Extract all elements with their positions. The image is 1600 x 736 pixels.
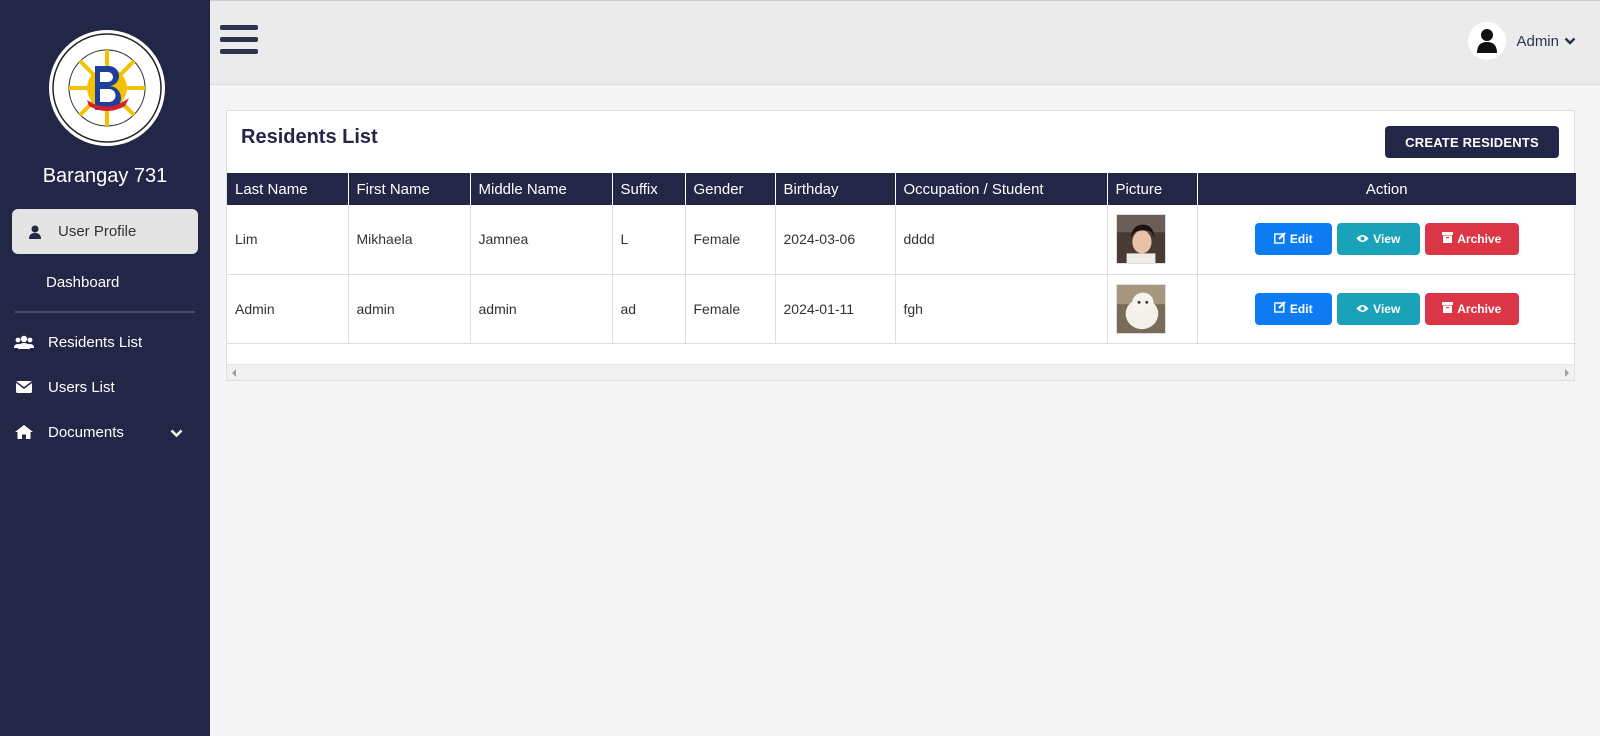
- users-icon: [14, 335, 34, 349]
- eye-icon: [1356, 302, 1369, 316]
- cell-birthday: 2024-01-11: [775, 274, 896, 344]
- create-residents-button[interactable]: CREATE RESIDENTS: [1385, 126, 1559, 158]
- archive-label: Archive: [1457, 301, 1502, 316]
- cell-picture: [1107, 274, 1198, 344]
- table-row: Lim Mikhaela Jamnea L Female 2024-03-06 …: [227, 205, 1576, 275]
- column-header: Gender: [685, 173, 776, 205]
- cell-actions: Edit View Archive: [1197, 274, 1576, 344]
- cell-picture: [1107, 205, 1198, 275]
- cell-suffix: L: [612, 205, 686, 275]
- archive-icon: [1442, 232, 1454, 246]
- residents-card: Residents List CREATE RESIDENTS Last Nam…: [226, 110, 1576, 381]
- column-header: Middle Name: [470, 173, 613, 205]
- resident-photo: [1115, 283, 1166, 334]
- column-header: Occupation / Student: [895, 173, 1108, 205]
- sidebar-item-label: Users List: [48, 378, 115, 396]
- archive-icon: [1442, 301, 1454, 316]
- cell-occupation: fgh: [895, 274, 1108, 344]
- view-button[interactable]: View: [1336, 223, 1420, 256]
- view-label: View: [1373, 232, 1401, 247]
- residents-table: Last Name First Name Middle Name Suffix …: [227, 173, 1576, 344]
- sidebar-item-label: Documents: [48, 423, 124, 441]
- sidebar-item-dashboard[interactable]: Dashboard: [0, 264, 210, 300]
- cell-gender: Female: [685, 205, 776, 275]
- topbar: Admin: [210, 0, 1600, 85]
- home-icon: [14, 425, 34, 439]
- table-row: Admin admin admin ad Female 2024-01-11 f…: [227, 274, 1576, 344]
- archive-button[interactable]: Archive: [1424, 223, 1519, 256]
- sidebar-item-label: Residents List: [48, 333, 143, 351]
- column-header: Last Name: [227, 173, 349, 205]
- user-menu[interactable]: Admin: [1468, 22, 1576, 60]
- column-header: First Name: [348, 173, 471, 205]
- chevron-down-icon: [170, 425, 183, 442]
- column-header: Suffix: [612, 173, 686, 205]
- sidebar-item-documents[interactable]: Documents: [0, 414, 210, 450]
- cell-last-name: Admin: [227, 274, 349, 344]
- envelope-icon: [14, 381, 34, 393]
- cell-middle-name: Jamnea: [470, 205, 613, 275]
- cell-last-name: Lim: [227, 205, 349, 275]
- scroll-right-icon[interactable]: [1565, 369, 1569, 377]
- sidebar-item-users-list[interactable]: Users List: [0, 369, 210, 405]
- edit-icon: [1274, 301, 1286, 316]
- eye-icon: [1356, 232, 1369, 246]
- sidebar-divider: [15, 311, 195, 313]
- column-header: Action: [1197, 173, 1576, 205]
- cell-birthday: 2024-03-06: [775, 205, 896, 275]
- user-name: Admin: [1516, 32, 1559, 50]
- edit-label: Edit: [1289, 301, 1313, 316]
- avatar-icon: [1468, 22, 1507, 60]
- sidebar: Barangay 731 User Profile Dashboard Resi…: [0, 0, 210, 736]
- archive-label: Archive: [1457, 232, 1502, 247]
- user-icon: [28, 225, 42, 239]
- cell-middle-name: admin: [470, 274, 613, 344]
- column-header: Birthday: [775, 173, 896, 205]
- edit-button[interactable]: Edit: [1254, 223, 1332, 256]
- table-header-row: Last Name First Name Middle Name Suffix …: [227, 173, 1576, 205]
- barangay-logo: [49, 30, 165, 146]
- sidebar-item-label: User Profile: [58, 223, 137, 240]
- sidebar-item-label: Dashboard: [46, 273, 120, 291]
- edit-icon: [1274, 232, 1286, 247]
- edit-button[interactable]: Edit: [1254, 292, 1332, 325]
- sidebar-item-user-profile[interactable]: User Profile: [12, 209, 198, 254]
- cell-first-name: Mikhaela: [348, 205, 471, 275]
- cell-gender: Female: [685, 274, 776, 344]
- scroll-left-icon[interactable]: [232, 369, 236, 377]
- edit-label: Edit: [1289, 232, 1313, 247]
- view-button[interactable]: View: [1336, 292, 1420, 325]
- sidebar-item-residents-list[interactable]: Residents List: [0, 324, 210, 360]
- page-title: Residents List: [241, 126, 378, 148]
- view-label: View: [1373, 301, 1401, 316]
- horizontal-scrollbar[interactable]: [227, 364, 1574, 380]
- column-header: Picture: [1107, 173, 1198, 205]
- menu-toggle-icon[interactable]: [220, 25, 258, 59]
- cell-actions: Edit View Archive: [1197, 205, 1576, 275]
- cell-occupation: dddd: [895, 205, 1108, 275]
- archive-button[interactable]: Archive: [1424, 292, 1519, 325]
- cell-first-name: admin: [348, 274, 471, 344]
- brand-name: Barangay 731: [42, 165, 168, 187]
- resident-photo: [1115, 214, 1166, 265]
- chevron-down-icon: [1564, 32, 1576, 50]
- cell-suffix: ad: [612, 274, 686, 344]
